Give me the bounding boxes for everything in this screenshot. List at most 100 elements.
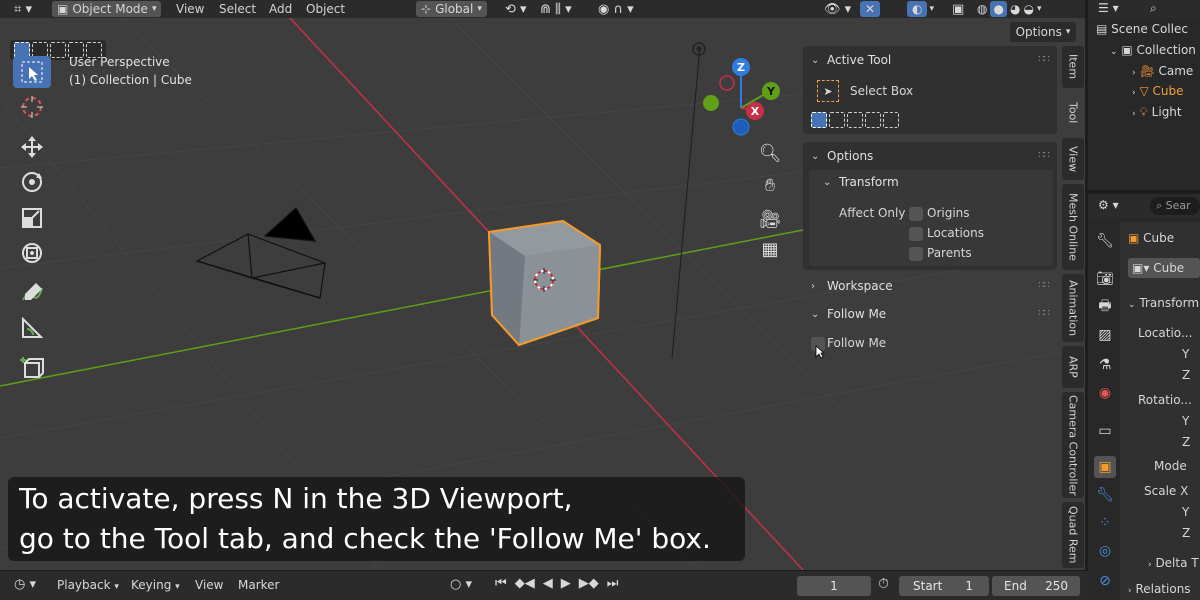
start-frame-field[interactable]: Start 1: [899, 576, 989, 596]
measure-tool[interactable]: [13, 312, 51, 344]
particles-icon[interactable]: ⁘: [1094, 512, 1116, 534]
material-shading-icon[interactable]: ◕: [1010, 2, 1020, 16]
clock-icon[interactable]: ⏱: [878, 576, 889, 592]
tab-view[interactable]: View: [1062, 138, 1084, 180]
drag-grip-icon[interactable]: ∷∷: [1038, 308, 1050, 319]
select-box-tool[interactable]: [13, 56, 51, 88]
menu-marker[interactable]: Marker: [238, 578, 279, 592]
transform-tool[interactable]: [13, 237, 51, 269]
rendered-shading-icon[interactable]: ◒: [1023, 2, 1033, 16]
keyframe-record-icon[interactable]: ○ ▾: [450, 577, 472, 592]
jump-end-icon[interactable]: ⏭: [607, 576, 619, 591]
editor-type-icon[interactable]: ⌗ ▾: [14, 0, 32, 18]
outliner-item-camera[interactable]: › 🎥︎ Came: [1132, 64, 1193, 78]
wireframe-shading-icon[interactable]: ◍: [977, 2, 987, 16]
follow-me-header[interactable]: ⌄ Follow Me: [811, 307, 886, 321]
select-new-icon[interactable]: [811, 112, 827, 128]
parents-checkbox[interactable]: [909, 247, 923, 261]
navigation-gizmo[interactable]: [703, 68, 771, 136]
drag-grip-icon[interactable]: ∷∷: [1038, 280, 1050, 291]
jump-start-icon[interactable]: ⏮: [495, 576, 507, 591]
tab-animation[interactable]: Animation: [1062, 274, 1084, 342]
gizmo-x-axis[interactable]: X: [746, 102, 764, 120]
render-icon[interactable]: 📷︎: [1094, 268, 1116, 290]
tab-mesh-online[interactable]: Mesh Online: [1062, 184, 1084, 270]
tab-tool[interactable]: Tool: [1062, 92, 1084, 134]
menu-select[interactable]: Select: [219, 0, 256, 18]
relations-header[interactable]: › Relations: [1128, 582, 1191, 596]
select-extend-icon[interactable]: [829, 112, 845, 128]
outliner-editor-icon[interactable]: ☰ ▾: [1098, 1, 1119, 15]
menu-view[interactable]: View: [176, 0, 204, 18]
drag-grip-icon[interactable]: ∷∷: [1038, 54, 1050, 65]
shading-modes[interactable]: ◍ ● ◕ ◒ ▾: [977, 0, 1041, 18]
cube-object[interactable]: [487, 219, 602, 347]
active-tool-header[interactable]: ⌄ Active Tool: [811, 53, 891, 67]
perspective-grid-icon[interactable]: ▦: [755, 234, 785, 264]
overlays-icon[interactable]: ◐ ▾: [907, 0, 934, 18]
camera-view-icon[interactable]: 🎥︎: [755, 204, 785, 234]
menu-keying[interactable]: Keying ▾: [131, 578, 180, 592]
menu-timeline-view[interactable]: View: [195, 578, 223, 592]
workspace-header[interactable]: › Workspace: [811, 279, 893, 293]
modifier-wrench-icon[interactable]: 🔧︎: [1094, 484, 1116, 506]
select-subtract-icon[interactable]: [50, 42, 66, 58]
delta-transform-header[interactable]: › Delta T: [1148, 556, 1199, 570]
select-invert-icon[interactable]: [865, 112, 881, 128]
transform-panel-header[interactable]: ⌄ Transform: [1128, 296, 1199, 310]
annotate-tool[interactable]: [13, 277, 51, 309]
add-cube-tool[interactable]: [13, 352, 51, 384]
orientation-dropdown[interactable]: ⊹ Global ▾: [416, 0, 487, 18]
xray-icon[interactable]: ▣: [952, 0, 964, 18]
move-tool[interactable]: [13, 131, 51, 163]
object-datablock-field[interactable]: ▣▾ Cube: [1128, 258, 1200, 278]
rotate-tool[interactable]: [13, 166, 51, 198]
cursor-tool[interactable]: [13, 91, 51, 123]
properties-search-input[interactable]: ⌕ Sear: [1150, 197, 1200, 215]
tab-quad-rem[interactable]: Quad Rem: [1062, 502, 1084, 568]
constraints-icon[interactable]: ⊘: [1094, 570, 1116, 592]
world-icon[interactable]: ◉: [1094, 382, 1116, 404]
view-layer-icon[interactable]: ▨: [1094, 324, 1116, 346]
end-frame-field[interactable]: End 250: [992, 576, 1080, 596]
pivot-icon[interactable]: ⟲ ▾: [505, 0, 527, 18]
mode-dropdown[interactable]: ▣ Object Mode ▾: [52, 0, 162, 18]
prev-keyframe-icon[interactable]: ◆◀: [515, 576, 535, 591]
menu-add[interactable]: Add: [269, 0, 292, 18]
visibility-icon[interactable]: 👁 ▾: [824, 0, 851, 18]
select-intersect-icon[interactable]: [883, 112, 899, 128]
scene-icon[interactable]: ⚗: [1094, 354, 1116, 376]
options-header[interactable]: ⌄ Options: [811, 149, 873, 163]
camera-object[interactable]: [195, 207, 326, 299]
current-frame-field[interactable]: 1: [797, 576, 871, 596]
zoom-icon[interactable]: 🔍︎: [755, 138, 785, 168]
outliner-item-cube[interactable]: › ▽ Cube: [1132, 84, 1183, 98]
gizmo-y-axis[interactable]: Y: [762, 82, 780, 100]
outliner-item-light[interactable]: › 💡︎ Light: [1132, 105, 1182, 120]
select-subtract-icon[interactable]: [847, 112, 863, 128]
collection-row[interactable]: ⌄ ▣ Collection: [1110, 43, 1196, 57]
next-keyframe-icon[interactable]: ▶◆: [579, 576, 599, 591]
tab-item[interactable]: Item: [1062, 46, 1084, 88]
collection-props-icon[interactable]: ▭: [1094, 420, 1116, 442]
proportional-edit-icon[interactable]: ◉ ∩ ▾: [598, 0, 634, 18]
transform-header[interactable]: ⌄ Transform: [823, 175, 899, 189]
play-reverse-icon[interactable]: ◀: [543, 576, 553, 591]
origins-checkbox[interactable]: [909, 207, 923, 221]
play-icon[interactable]: ▶: [561, 576, 571, 591]
pan-hand-icon[interactable]: ✋︎: [755, 170, 785, 200]
tab-camera-controller[interactable]: Camera Controller: [1062, 392, 1084, 498]
search-icon[interactable]: ⌕: [1150, 1, 1157, 16]
snap-icon[interactable]: ⋒ ⫼ ▾: [540, 0, 572, 18]
menu-playback[interactable]: Playback ▾: [57, 578, 119, 592]
scene-collection-row[interactable]: ▤ Scene Collec: [1096, 22, 1188, 36]
locations-checkbox[interactable]: [909, 227, 923, 241]
menu-object[interactable]: Object: [306, 0, 345, 18]
drag-grip-icon[interactable]: ∷∷: [1038, 150, 1050, 161]
gizmo-z-axis[interactable]: Z: [732, 58, 750, 76]
timeline-editor-icon[interactable]: ◷ ▾: [14, 577, 36, 592]
properties-editor-icon[interactable]: ⚙ ▾: [1098, 198, 1119, 212]
options-dropdown[interactable]: Options ▾: [1010, 22, 1076, 42]
gizmo-toggle-icon[interactable]: ✕: [860, 0, 881, 18]
solid-shading-icon[interactable]: ●: [990, 1, 1007, 17]
